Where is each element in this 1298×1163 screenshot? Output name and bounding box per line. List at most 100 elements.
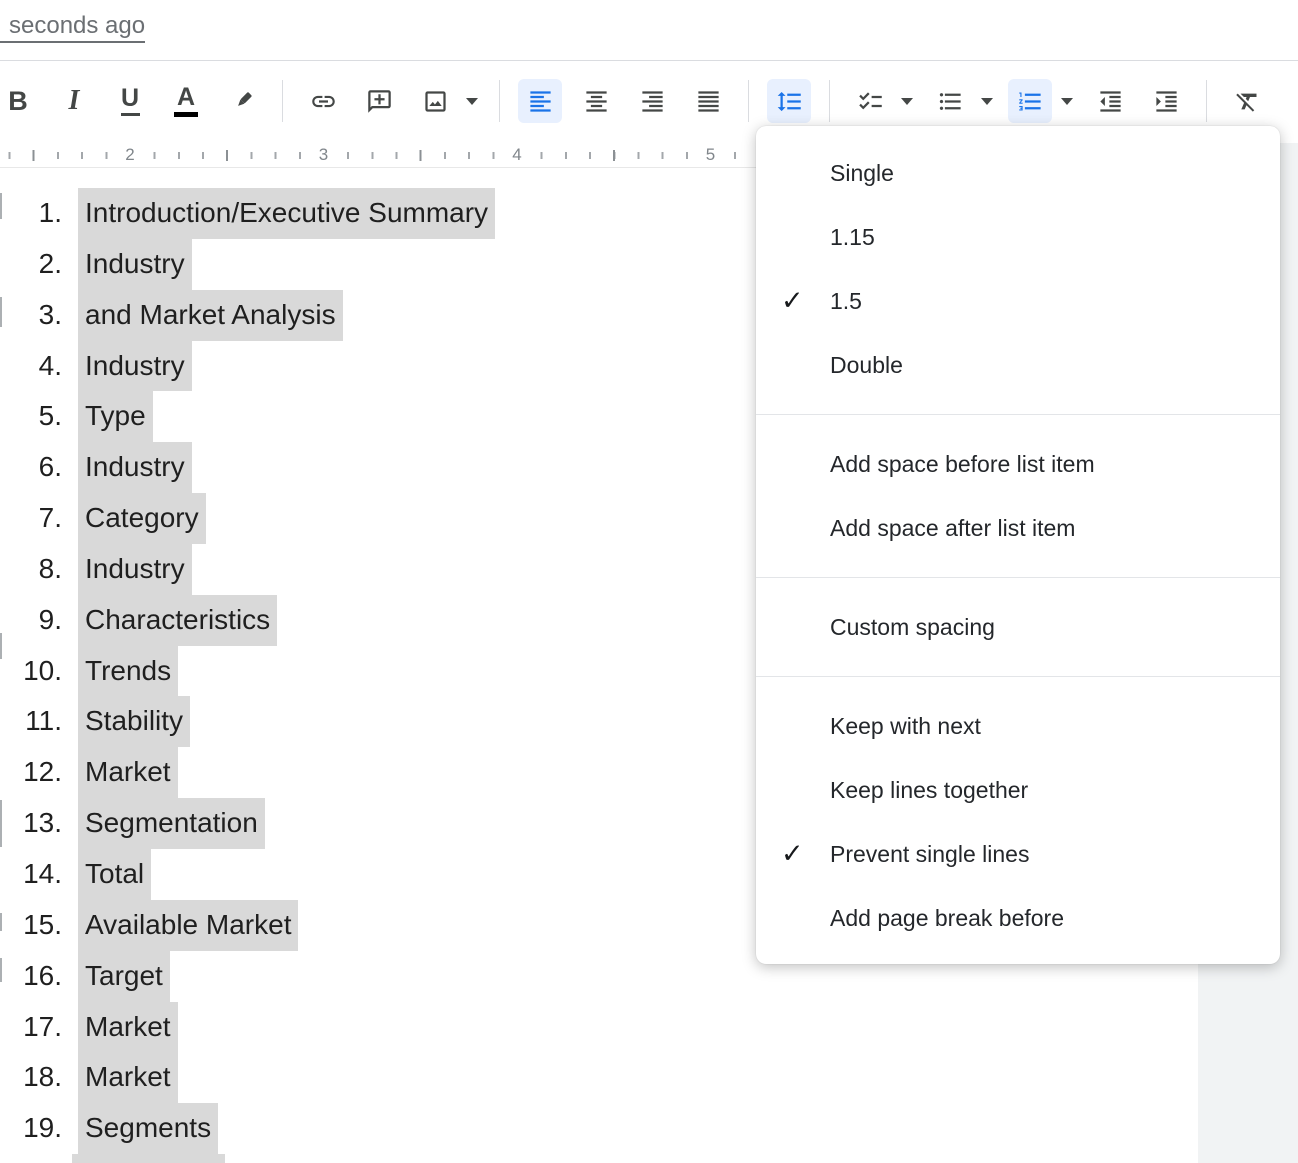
decrease-indent-button[interactable] (1088, 79, 1132, 123)
ruler-inch-label: 4 (506, 143, 527, 167)
menu-item-double[interactable]: Double (756, 333, 1280, 397)
align-right-button[interactable] (630, 79, 674, 123)
text-color-button[interactable]: A (164, 79, 208, 123)
menu-item-keep-with-next[interactable]: Keep with next (756, 694, 1280, 758)
list-item[interactable]: 17. Market (0, 1002, 1198, 1053)
list-item-number: 4. (16, 341, 68, 392)
list-item-number: 5. (16, 391, 68, 442)
list-item-number: 3. (16, 290, 68, 341)
align-left-button[interactable] (518, 79, 562, 123)
list-item-number: 18. (16, 1052, 68, 1103)
toolbar-separator (1206, 80, 1207, 122)
menu-item-1.5[interactable]: 1.5 ✓ (756, 269, 1280, 333)
bold-button[interactable]: B (0, 79, 40, 123)
menu-item-label: 1.5 (830, 288, 862, 315)
insert-image-options-button[interactable] (463, 79, 481, 123)
list-item-number: 13. (16, 798, 68, 849)
italic-icon: I (69, 85, 80, 117)
ruler-inch-label: 3 (313, 143, 334, 167)
clipped-content-sliver (0, 958, 2, 982)
clipped-content-sliver (0, 913, 2, 931)
justify-button[interactable] (686, 79, 730, 123)
list-item[interactable]: 18. Market (0, 1052, 1198, 1103)
list-item-text: Industry (78, 544, 192, 595)
toolbar-separator (499, 80, 500, 122)
menu-item-add-space-after-list-item[interactable]: Add space after list item (756, 496, 1280, 560)
menu-item-1.15[interactable]: 1.15 (756, 205, 1280, 269)
menu-divider (756, 414, 1280, 415)
list-item[interactable]: 19. Segments (0, 1103, 1198, 1154)
numbered-list-button[interactable] (1008, 79, 1052, 123)
list-item-text: Total (78, 849, 151, 900)
list-item-number: 15. (16, 900, 68, 951)
list-item-text: Segmentation (78, 798, 265, 849)
menu-divider (756, 676, 1280, 677)
list-item-number: 9. (16, 595, 68, 646)
chevron-down-icon (981, 98, 993, 105)
menu-item-prevent-single-lines[interactable]: Prevent single lines ✓ (756, 822, 1280, 886)
insert-image-button[interactable] (413, 79, 457, 123)
last-edit-label: seconds ago (9, 12, 145, 43)
clipped-content-sliver (0, 800, 2, 847)
align-center-button[interactable] (574, 79, 618, 123)
list-item-number: 10. (16, 646, 68, 697)
line-spacing-button[interactable] (767, 79, 811, 123)
list-item-number: 14. (16, 849, 68, 900)
list-item-text: Segments (78, 1103, 218, 1154)
list-item-number: 12. (16, 747, 68, 798)
clear-formatting-icon (1234, 88, 1261, 115)
toolbar-top-divider (0, 60, 1298, 61)
insert-link-button[interactable] (301, 79, 345, 123)
chevron-down-icon (1061, 98, 1073, 105)
menu-item-add-page-break-before[interactable]: Add page break before (756, 886, 1280, 950)
list-item-text: Type (78, 391, 153, 442)
list-item-text: Industry (78, 442, 192, 493)
list-item-number: 8. (16, 544, 68, 595)
numbered-list-options-button[interactable] (1058, 79, 1076, 123)
last-edit-link[interactable]: seconds ago (0, 12, 145, 43)
list-item-number: 6. (16, 442, 68, 493)
highlight-button[interactable] (220, 79, 264, 123)
link-icon (310, 88, 337, 115)
align-left-icon (527, 88, 554, 115)
clipped-content-sliver (0, 633, 2, 659)
menu-divider (756, 577, 1280, 578)
menu-item-single[interactable]: Single (756, 141, 1280, 205)
increase-indent-button[interactable] (1144, 79, 1188, 123)
checklist-options-button[interactable] (898, 79, 916, 123)
align-center-icon (583, 88, 610, 115)
list-item-number: 2. (16, 239, 68, 290)
menu-item-keep-lines-together[interactable]: Keep lines together (756, 758, 1280, 822)
list-item-text: Market (78, 1052, 178, 1103)
selection-continuation (72, 1154, 225, 1163)
image-icon (422, 88, 449, 115)
add-comment-icon (366, 88, 393, 115)
decrease-indent-icon (1097, 88, 1124, 115)
menu-item-label: Add space after list item (830, 515, 1075, 542)
menu-item-label: Prevent single lines (830, 841, 1029, 868)
list-item-text: Category (78, 493, 206, 544)
checkmark-icon: ✓ (781, 839, 804, 870)
bulleted-list-button[interactable] (928, 79, 972, 123)
list-item-text: Introduction/Executive Summary (78, 188, 495, 239)
menu-item-add-space-before-list-item[interactable]: Add space before list item (756, 432, 1280, 496)
ruler-inch-label: 2 (119, 143, 140, 167)
increase-indent-icon (1153, 88, 1180, 115)
bulleted-list-icon (937, 88, 964, 115)
add-comment-button[interactable] (357, 79, 401, 123)
underline-button[interactable]: U (108, 79, 152, 123)
text-color-icon: A (174, 85, 198, 117)
clipped-content-sliver (0, 297, 2, 327)
bulleted-list-options-button[interactable] (978, 79, 996, 123)
menu-item-custom-spacing[interactable]: Custom spacing (756, 595, 1280, 659)
checkmark-icon: ✓ (781, 286, 804, 317)
checklist-button[interactable] (848, 79, 892, 123)
highlighter-icon (229, 88, 256, 115)
clear-formatting-button[interactable] (1225, 79, 1269, 123)
list-item-text: Target (78, 951, 170, 1002)
chevron-down-icon (901, 98, 913, 105)
list-item-text: Market (78, 747, 178, 798)
italic-button[interactable]: I (52, 79, 96, 123)
list-item-number: 17. (16, 1002, 68, 1053)
toolbar-separator (282, 80, 283, 122)
